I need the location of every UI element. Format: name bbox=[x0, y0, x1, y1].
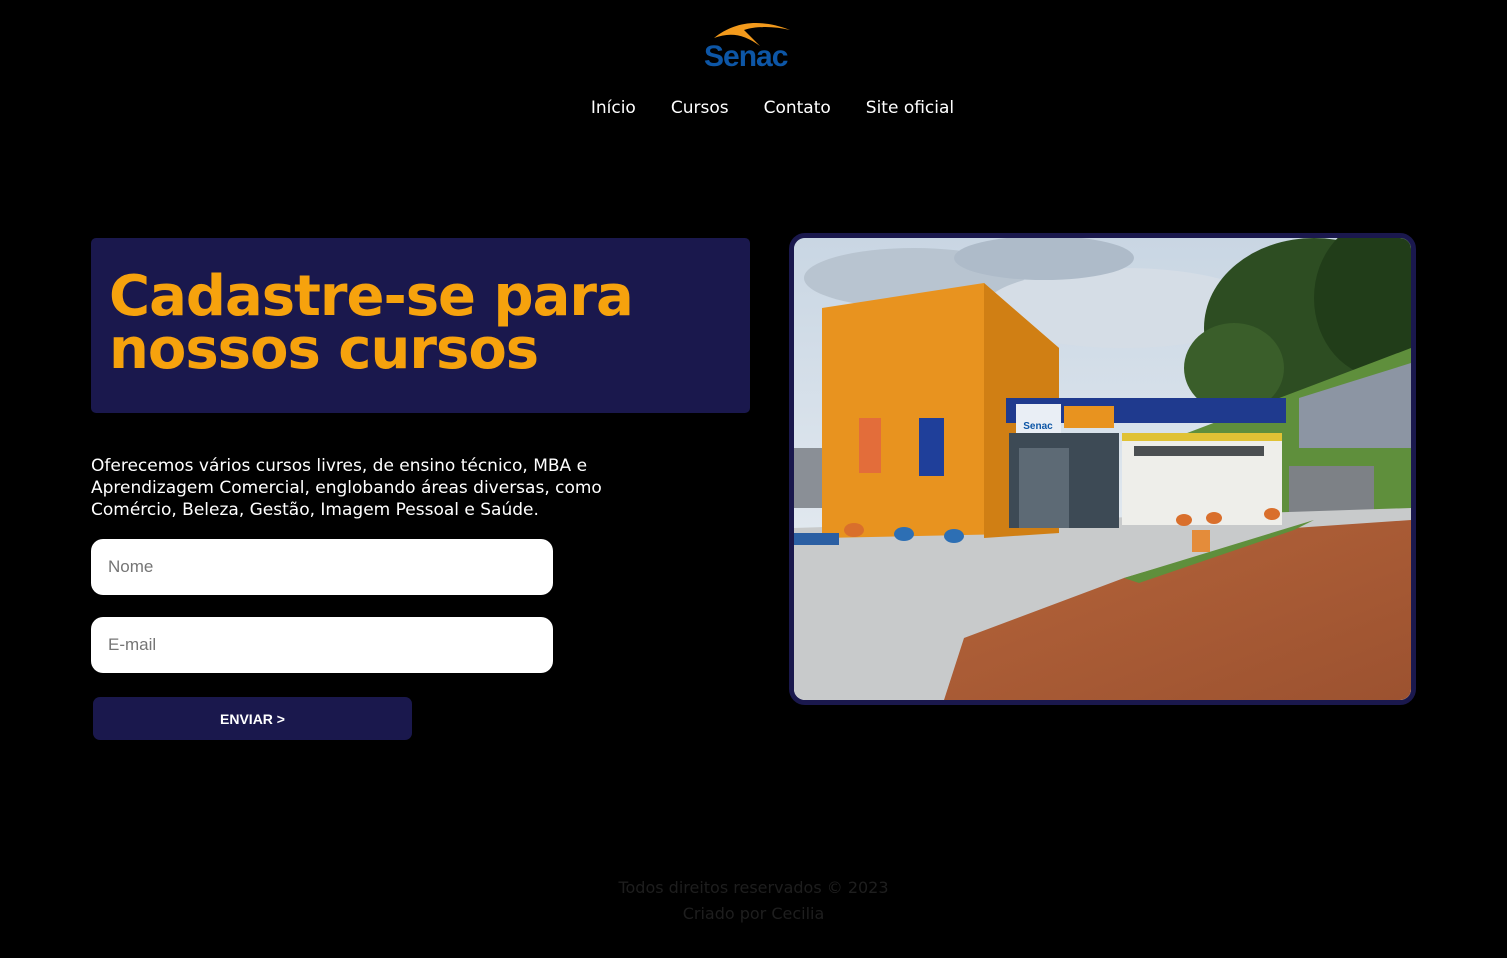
building-photo-illustration: Senac bbox=[794, 238, 1411, 700]
building-photo: Senac bbox=[789, 233, 1416, 705]
footer: Todos direitos reservados © 2023 Criado … bbox=[0, 875, 1507, 927]
footer-author: Criado por Cecilia bbox=[682, 904, 825, 923]
logo-text: Senac bbox=[704, 40, 788, 73]
page: Senac Início Cursos Contato Site oficial… bbox=[0, 0, 1507, 958]
nav-link-cursos[interactable]: Cursos bbox=[671, 96, 729, 120]
main-nav: Início Cursos Contato Site oficial bbox=[0, 96, 1507, 120]
building-sign: Senac bbox=[1023, 421, 1053, 432]
senac-logo[interactable]: Senac bbox=[704, 16, 800, 74]
intro-text: Oferecemos vários cursos livres, de ensi… bbox=[91, 456, 602, 520]
email-input[interactable] bbox=[91, 617, 553, 673]
nav-link-site-oficial[interactable]: Site oficial bbox=[866, 96, 954, 120]
footer-rights: Todos direitos reservados © 2023 bbox=[618, 878, 889, 897]
headline-panel: Cadastre-se para nossos cursos bbox=[91, 238, 750, 413]
nav-link-inicio[interactable]: Início bbox=[591, 96, 636, 120]
name-input[interactable] bbox=[91, 539, 553, 595]
submit-button[interactable]: ENVIAR > bbox=[93, 697, 412, 740]
nav-link-contato[interactable]: Contato bbox=[764, 96, 831, 120]
page-title: Cadastre-se para nossos cursos bbox=[109, 264, 634, 382]
